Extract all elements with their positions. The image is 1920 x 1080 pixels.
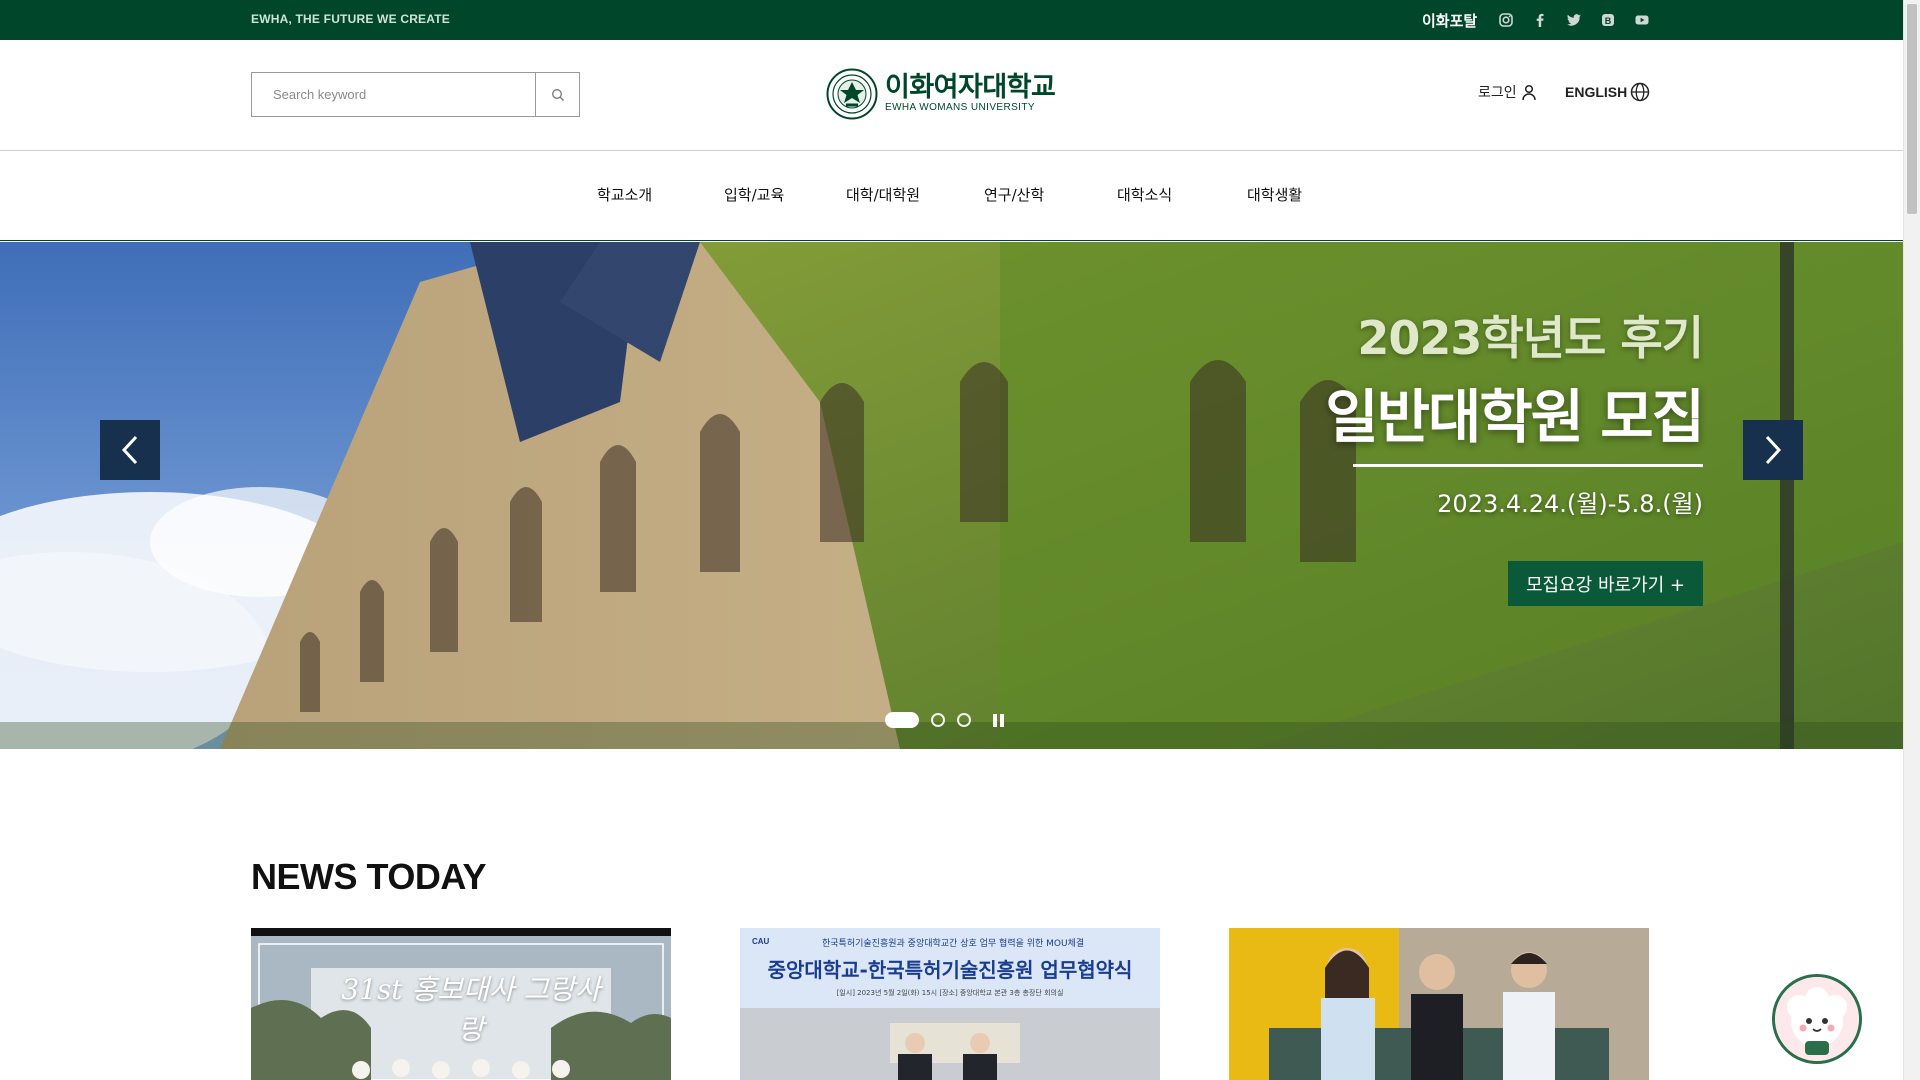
interview-photo — [1229, 928, 1649, 1080]
chevron-right-icon — [1765, 435, 1782, 465]
slide-indicators — [885, 712, 1007, 728]
page-scrollbar[interactable] — [1903, 0, 1920, 1080]
news-card-2-banner-title: 중앙대학교-한국특허기술진흥원 업무협약식 — [767, 958, 1133, 982]
site-header: 이화여자대학교 EWHA WOMANS UNIVERSITY 로그인 ENGLI… — [0, 40, 1903, 151]
slide-dot-2[interactable] — [931, 713, 945, 727]
nav-item-about[interactable]: 학교소개 — [597, 184, 652, 205]
login-label: 로그인 — [1478, 84, 1517, 100]
hero-caption-date: 2023.4.24.(월)-5.8.(월) — [1437, 490, 1703, 518]
nav-item-campus-life[interactable]: 대학생활 — [1247, 184, 1302, 205]
chatbot-button[interactable] — [1772, 974, 1862, 1064]
logo-korean-name: 이화여자대학교 — [885, 72, 1056, 103]
main-navigation: 학교소개 입학/교육 대학/대학원 연구/산학 대학소식 대학생활 — [0, 152, 1903, 241]
hero-divider — [1353, 464, 1703, 467]
mascot-icon — [1775, 977, 1859, 1061]
news-card-2-banner-top: 한국특허기술진흥원과 중앙대학교간 상호 업무 협력을 위한 MOU체결 — [822, 939, 1085, 949]
university-logo[interactable]: 이화여자대학교 EWHA WOMANS UNIVERSITY — [826, 68, 1056, 120]
news-card-1-overlay: 31st 홍보대사 그랑사랑 — [341, 973, 601, 1046]
nav-item-admission[interactable]: 입학/교육 — [724, 184, 784, 205]
globe-icon — [1630, 82, 1650, 102]
pause-icon[interactable] — [993, 713, 1007, 727]
hero-caption-line1: 2023학년도 후기 — [1357, 311, 1704, 365]
instagram-icon[interactable] — [1497, 11, 1515, 29]
english-link[interactable]: ENGLISH — [1565, 82, 1650, 102]
youtube-icon[interactable] — [1633, 11, 1651, 29]
news-section-title: NEWS TODAY — [251, 856, 487, 897]
news-card-2-banner-info: [일시] 2023년 5월 2일(화) 15시 [장소] 중앙대학교 본관 3층… — [836, 989, 1064, 997]
slogan: EWHA, THE FUTURE WE CREATE — [251, 12, 450, 26]
logo-english-name: EWHA WOMANS UNIVERSITY — [885, 102, 1035, 113]
slide-dot-1[interactable] — [885, 712, 919, 728]
prev-slide-button[interactable] — [100, 420, 160, 480]
next-slide-button[interactable] — [1743, 420, 1803, 480]
slide-dot-3[interactable] — [957, 713, 971, 727]
news-card-1[interactable]: 31st 홍보대사 그랑사랑 — [251, 928, 671, 1080]
login-link[interactable]: 로그인 — [1478, 82, 1537, 102]
search-box — [251, 72, 580, 117]
svg-text:B: B — [1605, 16, 1612, 26]
mou-photo: CAU — [740, 928, 1160, 1080]
application-guide-button[interactable]: 모집요강 바로가기 + — [1507, 561, 1703, 606]
news-card-3[interactable] — [1229, 928, 1649, 1080]
news-card-2[interactable]: CAU 한국특허기술진흥원과 중앙대학교간 상호 업무 협력을 위한 MOU체결… — [740, 928, 1160, 1080]
facebook-icon[interactable] — [1531, 11, 1549, 29]
nav-item-news[interactable]: 대학소식 — [1117, 184, 1172, 205]
university-seal-icon — [826, 68, 878, 120]
search-input[interactable] — [252, 73, 535, 116]
user-icon — [1521, 84, 1536, 100]
search-button[interactable] — [535, 73, 579, 116]
search-icon — [551, 88, 564, 101]
chevron-left-icon — [121, 435, 138, 465]
hero-caption-line2: 일반대학원 모집 — [1325, 383, 1705, 451]
hero-slider: 2023학년도 후기 일반대학원 모집 2023.4.24.(월)-5.8.(월… — [0, 242, 1903, 749]
nav-item-research[interactable]: 연구/산학 — [984, 184, 1044, 205]
portal-link[interactable]: 이화포탈 — [1422, 10, 1477, 31]
nav-item-colleges[interactable]: 대학/대학원 — [846, 184, 920, 205]
english-label: ENGLISH — [1565, 84, 1628, 100]
svg-text:CAU: CAU — [752, 937, 770, 946]
blog-icon[interactable]: B — [1599, 11, 1617, 29]
scrollbar-thumb[interactable] — [1907, 4, 1917, 214]
twitter-icon[interactable] — [1565, 11, 1583, 29]
top-utility-bar: EWHA, THE FUTURE WE CREATE 이화포탈 B — [0, 0, 1903, 40]
